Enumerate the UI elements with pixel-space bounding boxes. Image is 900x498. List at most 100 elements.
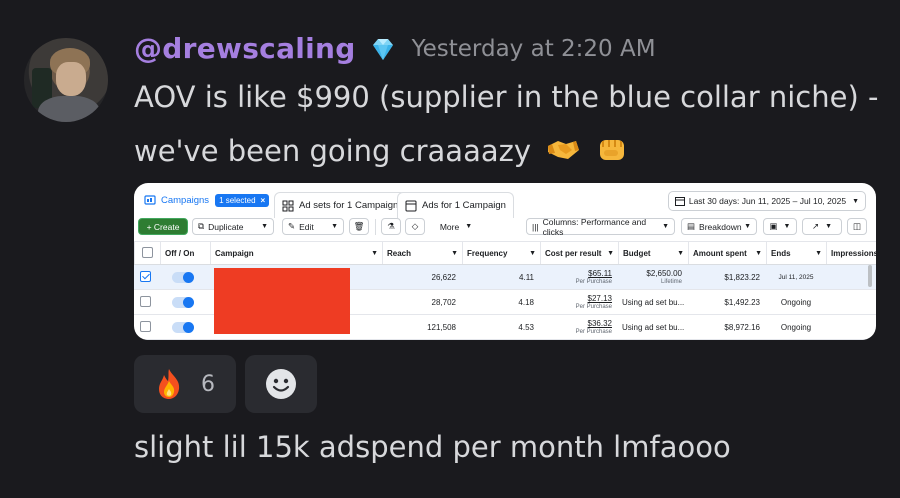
trash-icon: 🗑 <box>353 221 365 231</box>
col-spent-label: Amount spent <box>693 248 747 258</box>
cost-sub: Per Purchase <box>575 329 612 335</box>
selected-chip[interactable]: 1 selected × <box>215 193 270 207</box>
report-icon: ▣ <box>769 221 778 231</box>
username[interactable]: @drewscaling <box>134 32 356 65</box>
message-line-1: AOV is like $990 (supplier in the blue c… <box>134 80 879 114</box>
cell-ends: Ongoing <box>780 297 812 307</box>
sort-icon: ▼ <box>815 249 822 257</box>
budget-sub: Lifetime <box>660 279 682 285</box>
row-checkbox[interactable] <box>140 296 151 307</box>
cell-frequency: 4.11 <box>519 272 534 282</box>
campaign-name-redaction <box>214 268 350 334</box>
ads-icon <box>405 200 417 211</box>
message-header: @drewscaling Yesterday at 2:20 AM <box>134 32 656 65</box>
campaign-toggle[interactable] <box>172 322 194 333</box>
tab-adsets-label: Ad sets for 1 Campaign <box>299 200 399 211</box>
chart-button[interactable]: ◫ <box>847 218 867 235</box>
select-all[interactable] <box>134 242 160 264</box>
breakdown-button[interactable]: ▤ Breakdown ▼ <box>681 218 757 235</box>
col-campaign[interactable]: Campaign ▼ <box>210 242 382 264</box>
fist-icon <box>600 140 625 160</box>
cost-sub: Per Purchase <box>575 279 612 285</box>
add-reaction-icon <box>266 369 296 399</box>
cell-ends: Jul 11, 2025 <box>778 273 814 281</box>
add-reaction-button[interactable] <box>245 355 317 413</box>
flask-icon: ⚗ <box>387 221 395 231</box>
chevron-down-icon: ▼ <box>852 197 859 205</box>
col-budget-label: Budget <box>623 248 651 258</box>
more-label: More <box>439 221 460 232</box>
col-amount-spent[interactable]: Amount spent ▼ <box>688 242 766 264</box>
avatar[interactable] <box>24 38 108 122</box>
cell-cost: $36.32 Per Purchase <box>540 315 618 339</box>
test-button[interactable]: ⚗ <box>381 218 401 235</box>
delete-button[interactable]: 🗑 <box>349 218 369 235</box>
select-all-checkbox[interactable] <box>142 247 153 258</box>
date-range-label: Last 30 days: Jun 11, 2025 – Jul 10, 202… <box>688 196 847 206</box>
pencil-icon: ✎ <box>288 221 296 231</box>
export-button[interactable]: ↗ ▼ <box>802 218 842 235</box>
cost-value[interactable]: $36.32 <box>588 319 612 328</box>
breakdown-icon: ▤ <box>687 221 696 231</box>
close-icon[interactable]: × <box>261 196 266 205</box>
chevron-down-icon: ▼ <box>261 223 268 230</box>
cost-value[interactable]: $27.13 <box>588 294 612 303</box>
cost-sub: Per Purchase <box>575 304 612 310</box>
date-range-picker[interactable]: Last 30 days: Jun 11, 2025 – Jul 10, 202… <box>667 191 866 211</box>
tab-ads-label: Ads for 1 Campaign <box>422 200 506 211</box>
campaign-toggle[interactable] <box>172 297 194 308</box>
cell-spent: $1,492.23 <box>724 297 760 307</box>
chevron-down-icon: ▼ <box>465 223 473 230</box>
cell-reach: 121,508 <box>427 322 456 332</box>
chart-icon: ◫ <box>852 221 862 231</box>
row-checkbox[interactable] <box>140 321 151 332</box>
cell-budget: Using ad set bu... <box>622 322 685 332</box>
row-checkbox[interactable] <box>140 271 151 282</box>
cost-value[interactable]: $65.11 <box>588 269 612 278</box>
campaign-toggle[interactable] <box>172 272 194 283</box>
reports-button[interactable]: ▣ ▼ <box>763 218 797 235</box>
tag-icon: ◇ <box>411 221 419 231</box>
sort-icon: ▼ <box>451 249 458 257</box>
message-followup: slight lil 15k adspend per month lmfaooo <box>134 430 731 464</box>
ads-manager-screenshot[interactable]: Campaigns 1 selected × Ad sets for 1 Camp… <box>134 183 876 340</box>
duplicate-button[interactable]: ⧉ Duplicate ▼ <box>192 218 274 235</box>
reaction-fire[interactable]: 6 <box>134 355 236 413</box>
cell-spent: $8,972.16 <box>724 322 760 332</box>
cell-cost: $27.13 Per Purchase <box>540 290 618 314</box>
campaigns-icon <box>144 195 156 205</box>
message-line-2: we've been going craaaazy <box>134 132 629 168</box>
cell-cost: $65.11 Per Purchase <box>540 265 618 289</box>
tab-campaigns[interactable]: Campaigns 1 selected × <box>144 189 270 211</box>
col-impressions[interactable]: Impressions <box>826 242 876 264</box>
chevron-down-icon: ▼ <box>331 223 338 230</box>
scrollbar[interactable] <box>868 265 872 287</box>
chevron-down-icon: ▼ <box>825 223 833 230</box>
handshake-icon <box>548 141 580 159</box>
col-reach[interactable]: Reach ▼ <box>382 242 462 264</box>
col-cost-per-result[interactable]: Cost per result ▼ <box>540 242 618 264</box>
breakdown-label: Breakdown <box>699 221 742 232</box>
cell-frequency: 4.18 <box>518 297 534 307</box>
more-button[interactable]: More ▼ <box>432 218 480 235</box>
col-frequency-label: Frequency <box>467 248 508 258</box>
fire-icon <box>159 369 180 399</box>
tab-adsets[interactable]: Ad sets for 1 Campaign <box>274 192 407 218</box>
columns-button[interactable]: ||| Columns: Performance and clicks ▼ <box>526 217 675 237</box>
edit-button[interactable]: ✎ Edit ▼ <box>282 218 344 235</box>
sort-icon: ▼ <box>607 249 614 257</box>
sort-icon: ▼ <box>529 249 536 257</box>
export-icon: ↗ <box>811 221 820 231</box>
tab-ads[interactable]: Ads for 1 Campaign <box>397 192 514 218</box>
tag-button[interactable]: ◇ <box>405 218 425 235</box>
col-budget[interactable]: Budget ▼ <box>618 242 688 264</box>
sort-icon: ▼ <box>755 249 762 257</box>
chevron-down-icon: ▼ <box>662 223 669 230</box>
cell-spent: $1,823.22 <box>724 272 760 282</box>
create-button[interactable]: + Create <box>138 218 188 235</box>
col-ends[interactable]: Ends ▼ <box>766 242 826 264</box>
col-off-on[interactable]: Off / On <box>160 242 210 264</box>
columns-icon: ||| <box>532 221 539 232</box>
chevron-down-icon: ▼ <box>783 223 791 230</box>
col-frequency[interactable]: Frequency ▼ <box>462 242 540 264</box>
